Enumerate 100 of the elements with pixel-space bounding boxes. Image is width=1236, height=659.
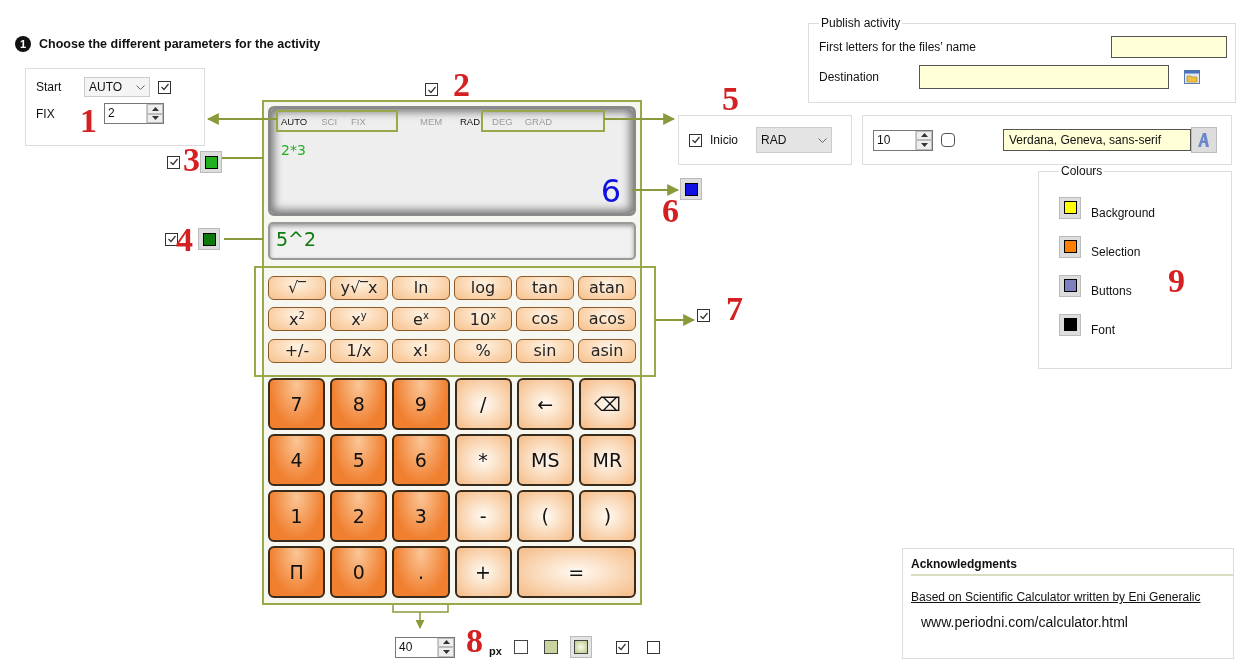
function-key[interactable]: log [454,276,512,300]
calculator-key[interactable]: MS [516,434,574,486]
calculator-key[interactable]: * [454,434,512,486]
calculator-key[interactable]: 3 [392,490,450,542]
calculator-key[interactable]: ⌫ [578,378,636,430]
calculator-key[interactable]: . [392,546,450,598]
calculator-key[interactable]: + [454,546,512,598]
prefix-field[interactable] [1111,36,1227,58]
function-key[interactable]: √‾ [268,276,326,300]
angle-indicator: DEG [492,116,513,128]
calculator-key[interactable]: MR [578,434,636,486]
spin-up-icon[interactable] [916,130,932,140]
folder-icon[interactable] [1183,69,1202,85]
calculator-key[interactable]: ← [516,378,574,430]
acknowledgments-title: Acknowledgments [911,557,1233,576]
calculator-key[interactable]: - [454,490,512,542]
memory-indicator: MEM [420,116,443,128]
calculator-key[interactable]: 7 [268,378,326,430]
function-key[interactable]: tan [516,276,574,300]
calculator-key[interactable]: 1 [268,490,326,542]
function-key[interactable]: 1/x [330,338,388,363]
calculator-key[interactable]: 5 [330,434,388,486]
calculator-key[interactable]: 4 [268,434,326,486]
publish-title: Publish activity [820,16,902,30]
function-key[interactable]: acos [578,307,636,332]
font-size-spinner[interactable]: 10 [873,129,933,151]
font-button[interactable] [1191,127,1217,153]
function-key[interactable]: asin [578,338,636,363]
calculator-key[interactable]: / [454,378,512,430]
function-key[interactable]: +/- [268,338,326,363]
angle-checkbox[interactable] [689,133,702,147]
start-checkbox[interactable] [158,80,171,94]
function-key[interactable]: e$^{x}$ [392,307,450,332]
callout-number: 1 [80,104,97,138]
scientific-keys-checkbox[interactable] [697,309,710,322]
option-checkbox[interactable] [615,640,629,654]
spin-up-icon[interactable] [147,104,163,114]
color-label: Font [1091,322,1115,337]
expression-checkbox[interactable] [167,155,180,169]
input-text: 5^2 [276,228,317,250]
calculator-key[interactable]: 0 [330,546,388,598]
callout-number: 8 [466,624,483,658]
angle-indicator: RAD [460,116,481,128]
key-size-spinner[interactable]: 40 [395,636,455,658]
color-swatch[interactable] [1059,313,1081,336]
prefix-label: First letters for the files’ name [819,40,976,54]
spin-up-icon[interactable] [438,637,454,647]
leader-line [221,157,264,159]
function-key[interactable]: x! [392,338,450,363]
spin-down-icon[interactable] [438,647,454,657]
calculator-key[interactable]: 2 [330,490,388,542]
leader-line [223,238,264,240]
callout-number: 4 [176,223,193,257]
arrow [654,314,696,326]
function-key[interactable]: % [454,338,512,363]
function-key[interactable]: y√‾x [330,276,388,300]
letter-a-icon [1196,132,1212,148]
mode-dropdown[interactable]: AUTO [84,77,150,97]
angle-indicator: GRAD [524,116,553,128]
function-key[interactable]: ln [392,276,450,300]
calculator-key[interactable]: 6 [392,434,450,486]
expression-text: 2*3 [281,142,307,158]
start-label: Start [36,80,63,94]
expression-color-swatch[interactable] [200,151,222,173]
arrow [206,113,278,125]
spin-down-icon[interactable] [147,113,163,123]
result-text: 6 [600,175,621,207]
color-swatch[interactable] [1059,235,1081,258]
color-swatch[interactable] [1059,274,1081,297]
callout-number: 7 [726,292,743,326]
result-color-swatch[interactable] [680,178,702,200]
calculator-key[interactable]: 9 [392,378,450,430]
color-label: Background [1091,205,1156,220]
calculator-key[interactable]: ( [516,490,574,542]
function-key[interactable]: 10$^{x}$ [454,307,512,332]
destination-field[interactable] [919,65,1170,89]
font-checkbox[interactable] [941,133,955,147]
function-key[interactable]: x$^{y}$ [330,307,388,332]
function-key[interactable]: atan [578,276,636,300]
function-key[interactable]: sin [516,338,574,363]
function-key[interactable]: cos [516,307,574,332]
input-color-swatch[interactable] [198,228,220,250]
destination-label: Destination [819,70,880,84]
font-family-field[interactable]: Verdana, Geneva, sans-serif [1003,129,1191,151]
arrow [631,184,680,196]
option-checkbox[interactable] [646,640,660,654]
function-key[interactable]: x$^{2}$ [268,307,326,332]
calculator-key[interactable]: = [516,546,636,598]
mode-indicator: AUTO [281,116,308,128]
style-option[interactable] [569,636,592,658]
credit-link[interactable]: Based on Scientific Calculator written by Eni Generalic [911,590,1225,604]
display-checkbox[interactable] [425,83,438,96]
color-swatch[interactable] [1059,196,1081,219]
calculator-key[interactable]: 8 [330,378,388,430]
angle-dropdown[interactable]: RAD [756,127,832,153]
calculator-key[interactable]: ) [578,490,636,542]
fix-spinner[interactable]: 2 [104,103,164,124]
spin-down-icon[interactable] [916,140,932,150]
calculator-key[interactable]: Π [268,546,326,598]
input-checkbox[interactable] [165,232,178,246]
